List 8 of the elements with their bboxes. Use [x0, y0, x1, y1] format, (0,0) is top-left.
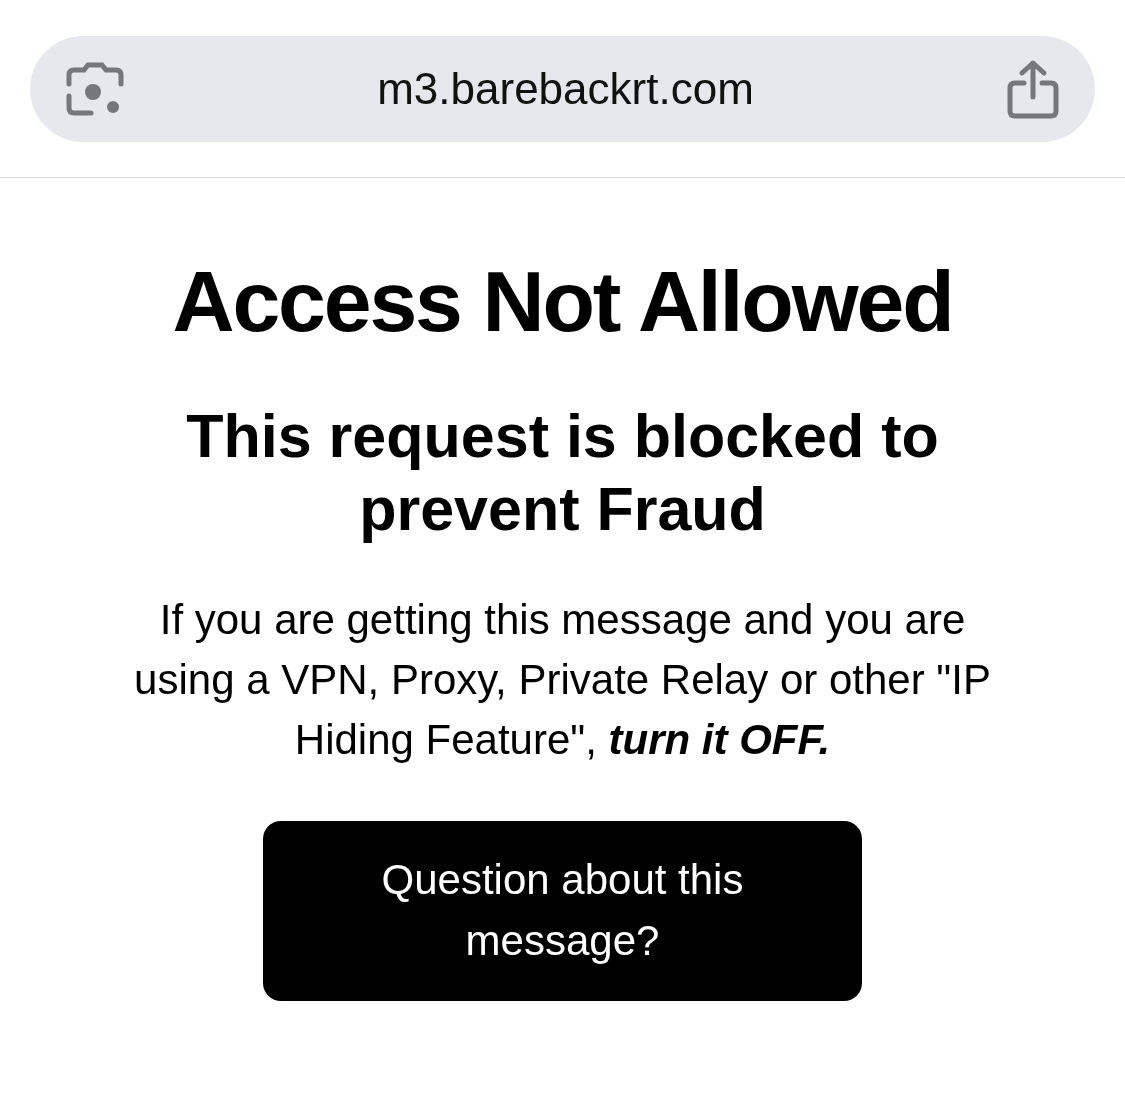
url-text: m3.barebackrt.com: [377, 62, 754, 115]
camera-scan-icon[interactable]: [66, 61, 124, 116]
share-icon[interactable]: [1007, 58, 1059, 119]
page-title: Access Not Allowed: [172, 258, 953, 344]
message-text: If you are getting this message and you are using a VPN, Proxy, Private Relay or other "IP Hiding Feature", turn it OFF.: [133, 595, 992, 766]
address-bar[interactable]: m3.barebackrt.com: [30, 35, 1095, 142]
question-button[interactable]: Question about this message?: [263, 820, 862, 1001]
page-subtitle: This request is blocked to prevent Fraud: [185, 401, 940, 546]
